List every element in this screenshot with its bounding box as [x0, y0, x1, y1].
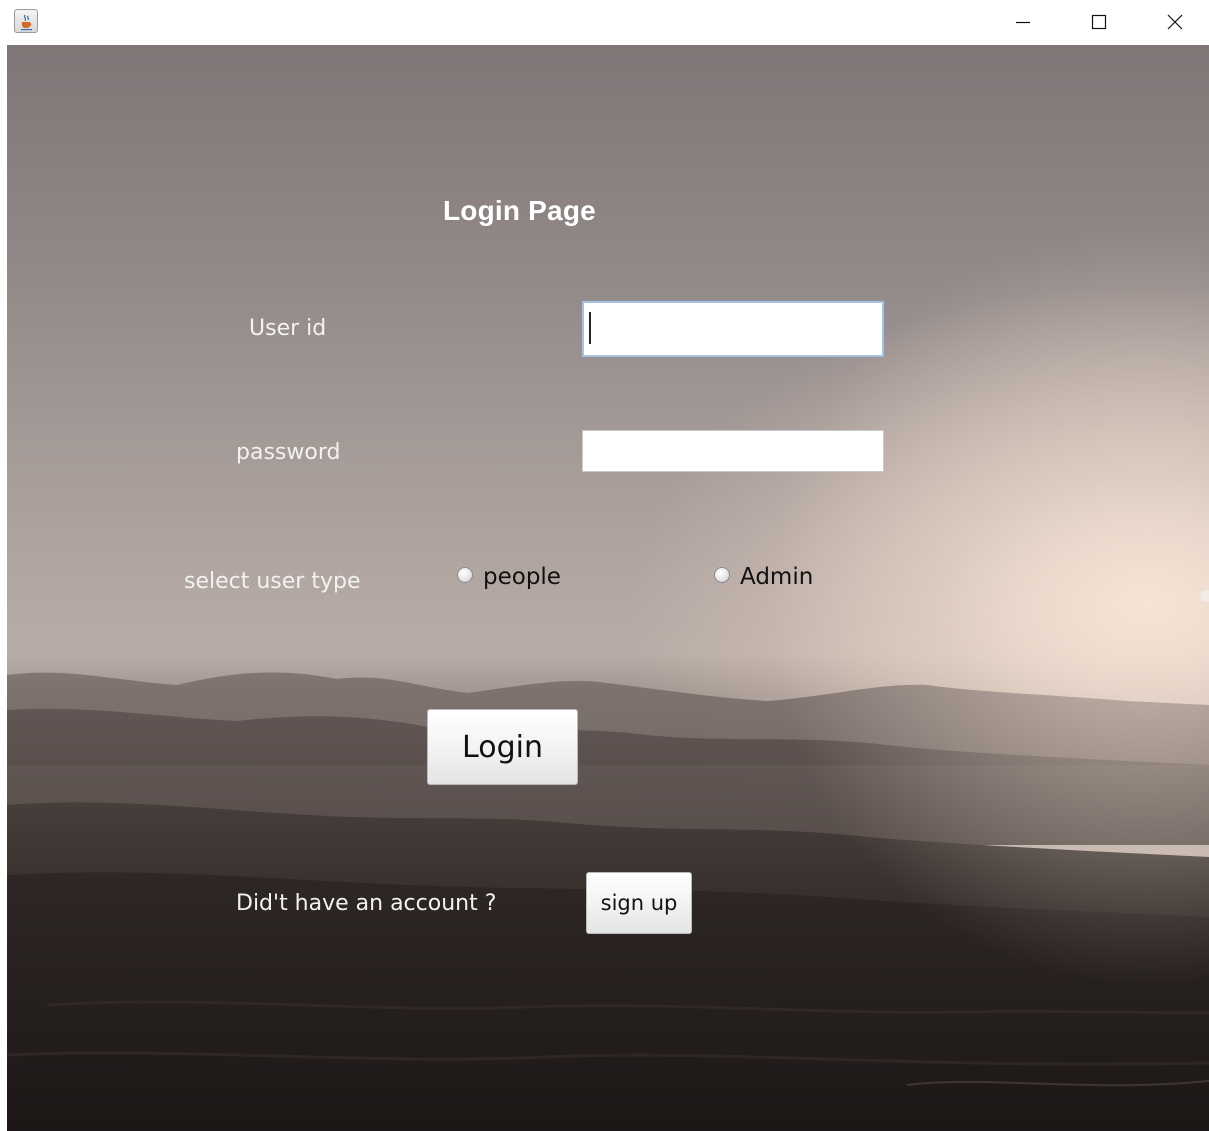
user-id-label: User id — [249, 316, 327, 341]
close-button[interactable] — [1145, 0, 1205, 44]
radio-people[interactable]: people — [457, 564, 561, 590]
account-prompt-text: Did't have an account ? — [236, 891, 497, 916]
password-input[interactable] — [582, 430, 884, 472]
maximize-button[interactable] — [1069, 0, 1129, 44]
radio-admin-label: Admin — [740, 564, 814, 590]
radio-button-icon[interactable] — [714, 567, 730, 583]
app-window: Login Page User id password select user … — [0, 0, 1209, 1131]
radio-people-label: people — [483, 564, 561, 590]
text-caret — [589, 312, 591, 344]
title-bar — [0, 0, 1209, 44]
user-type-label: select user type — [184, 569, 361, 594]
maximize-icon — [1091, 14, 1107, 30]
password-label: password — [236, 440, 341, 465]
radio-button-icon[interactable] — [457, 567, 473, 583]
minimize-icon — [1016, 21, 1030, 24]
minimize-button[interactable] — [993, 0, 1053, 44]
radio-admin[interactable]: Admin — [714, 564, 813, 590]
login-panel: Login Page User id password select user … — [7, 45, 1209, 1131]
sign-up-button[interactable]: sign up — [586, 872, 692, 934]
java-cup-icon[interactable] — [14, 9, 38, 33]
user-id-input[interactable] — [582, 301, 884, 357]
page-title: Login Page — [443, 195, 596, 226]
close-icon — [1167, 14, 1183, 30]
login-button[interactable]: Login — [427, 709, 578, 785]
